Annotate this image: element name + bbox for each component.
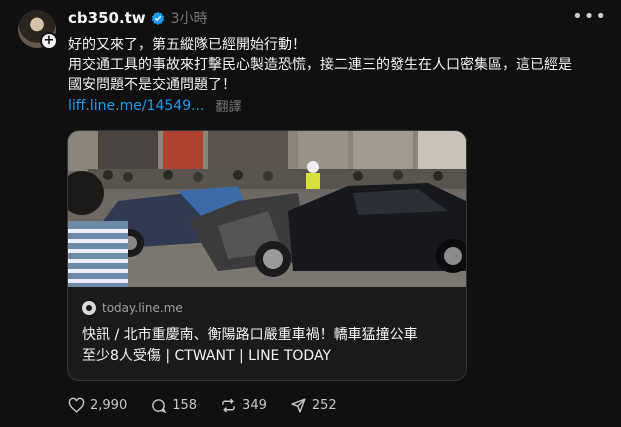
post-header: cb350.tw 3小時 — [68, 8, 208, 28]
post-text: 好的又來了，第五縱隊已經開始行動！ 用交通工具的事故來打擊民心製造恐慌，接二連三… — [68, 35, 613, 95]
repost-count: 349 — [242, 398, 267, 413]
link-preview-title-line: 至少8人受傷 | CTWANT | LINE TODAY — [82, 348, 331, 364]
more-horizontal-icon[interactable]: ••• — [572, 8, 607, 26]
translate-button[interactable]: 翻譯 — [215, 96, 241, 115]
link-preview-card[interactable]: today.line.me 快訊 / 北市重慶南、衡陽路口嚴重車禍！轎車猛撞公車… — [67, 130, 467, 381]
like-count: 2,990 — [90, 398, 128, 413]
action-bar: 2,990 158 349 252 — [68, 397, 360, 414]
link-domain: today.line.me — [102, 301, 183, 315]
threads-post: + cb350.tw 3小時 ••• 好的又來了，第五縱隊已經開始行動！ 用交通… — [0, 0, 621, 427]
heart-icon — [68, 397, 85, 413]
link-preview-body: today.line.me 快訊 / 北市重慶南、衡陽路口嚴重車禍！轎車猛撞公車… — [68, 287, 466, 380]
share-button[interactable]: 252 — [290, 397, 337, 414]
post-text-line: 好的又來了，第五縱隊已經開始行動！ — [68, 37, 306, 53]
link-preview-title: 快訊 / 北市重慶南、衡陽路口嚴重車禍！轎車猛撞公車 至少8人受傷 | CTWA… — [82, 325, 452, 367]
timestamp: 3小時 — [170, 11, 208, 27]
verified-badge-icon — [151, 11, 164, 25]
repost-button[interactable]: 349 — [220, 397, 267, 414]
post-text-line: 用交通工具的事故來打擊民心製造恐慌，接二連三的發生在人口密集區，這已經是 — [68, 57, 572, 73]
follow-plus-icon[interactable]: + — [40, 32, 58, 50]
link-preview-image — [68, 131, 466, 287]
share-count: 252 — [311, 398, 337, 413]
like-button[interactable]: 2,990 — [68, 397, 127, 414]
username[interactable]: cb350.tw — [68, 9, 146, 27]
comment-count: 158 — [172, 398, 198, 413]
post-link[interactable]: liff.line.me/14549... — [68, 98, 204, 114]
crash-photo — [68, 131, 466, 287]
post-text-line: 國安問題不是交通問題了！ — [68, 77, 236, 93]
link-row: liff.line.me/14549... 翻譯 — [68, 96, 241, 116]
link-preview-title-line: 快訊 / 北市重慶南、衡陽路口嚴重車禍！轎車猛撞公車 — [82, 327, 418, 343]
comment-button[interactable]: 158 — [150, 397, 197, 414]
link-domain-row: today.line.me — [82, 301, 452, 315]
comment-icon — [152, 399, 167, 414]
send-icon — [291, 398, 306, 413]
site-favicon-icon — [82, 301, 96, 315]
repost-icon — [222, 398, 235, 413]
